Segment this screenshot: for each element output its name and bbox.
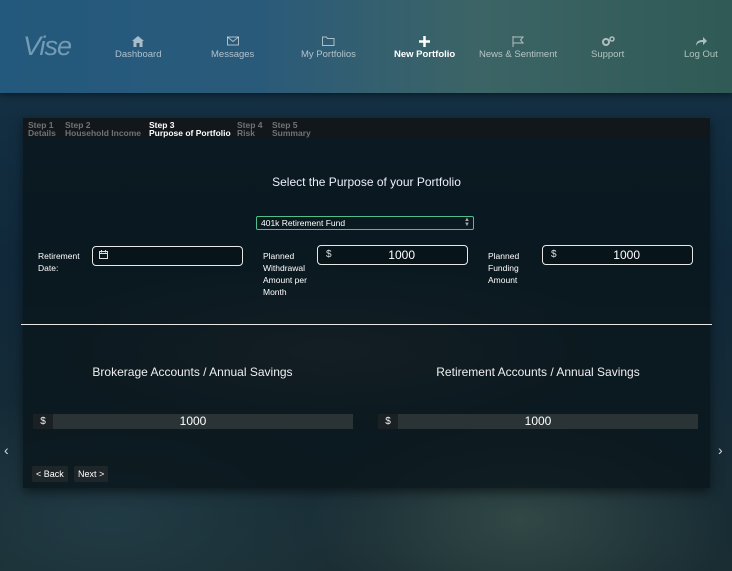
nav-log-out[interactable]: Log Out [684, 36, 718, 60]
step-3[interactable]: Step 3 Purpose of Portfolio [149, 121, 231, 138]
retirement-accounts-title: Retirement Accounts / Annual Savings [436, 365, 640, 379]
nav-dashboard[interactable]: Dashboard [115, 36, 161, 60]
home-icon [115, 36, 161, 48]
nav-news-sentiment[interactable]: News & Sentiment [479, 36, 557, 60]
nav-my-portfolios[interactable]: My Portfolios [301, 36, 356, 60]
nav-support-label: Support [591, 49, 625, 60]
step-3-label: Purpose of Portfolio [149, 128, 231, 138]
step-1-label: Details [28, 128, 56, 138]
step-2-label: Household Income [65, 128, 142, 138]
nav-my-portfolios-label: My Portfolios [301, 49, 356, 60]
step-2[interactable]: Step 2 Household Income [65, 121, 142, 138]
brokerage-title: Brokerage Accounts / Annual Savings [92, 365, 293, 379]
brokerage-savings-value: 1000 [179, 414, 207, 428]
funding-amount-input[interactable]: $ 1000 [542, 245, 693, 265]
purpose-select-value: 401k Retirement Fund [261, 218, 346, 228]
nav-new-portfolio[interactable]: New Portfolio [394, 36, 455, 60]
nav-support[interactable]: Support [591, 36, 624, 60]
nav-new-portfolio-label: New Portfolio [394, 49, 456, 60]
currency-symbol: $ [326, 249, 332, 260]
brand-logo[interactable]: Vise [23, 31, 72, 62]
portfolio-wizard-panel: Step 1 Details Step 2 Household Income S… [21, 118, 712, 488]
wizard-steps: Step 1 Details Step 2 Household Income S… [23, 118, 710, 138]
step-1[interactable]: Step 1 Details [28, 121, 56, 138]
step-4[interactable]: Step 4 Risk [237, 121, 263, 138]
retirement-savings-value: 1000 [524, 414, 552, 428]
currency-symbol: $ [551, 249, 557, 260]
nav-messages[interactable]: Messages [211, 36, 254, 60]
carousel-prev-icon[interactable]: ‹ [4, 442, 9, 458]
retirement-date-input[interactable] [92, 246, 243, 266]
carousel-next-icon[interactable]: › [718, 442, 723, 458]
section-heading: Select the Purpose of your Portfolio [272, 175, 461, 189]
gears-icon [591, 36, 624, 48]
top-navbar: Vise Dashboard Messages My Portfolios Ne… [0, 0, 732, 93]
step-4-label: Risk [237, 128, 255, 138]
retirement-date-label: Retirement Date: [38, 251, 80, 273]
updown-arrow-icon: ▲ ▼ [464, 217, 470, 228]
next-button[interactable]: Next > [74, 466, 109, 482]
withdrawal-label: Planned Withdrawal Amount per Month [263, 251, 307, 297]
step-5-label: Summary [272, 128, 311, 138]
calendar-icon [99, 250, 108, 262]
nav-dashboard-label: Dashboard [115, 49, 162, 60]
plus-icon [394, 36, 455, 48]
purpose-select[interactable]: 401k Retirement Fund ▲ ▼ [256, 216, 474, 230]
back-button[interactable]: < Back [32, 466, 68, 482]
section-divider [21, 324, 712, 325]
step-5[interactable]: Step 5 Summary [272, 121, 311, 138]
flag-icon [479, 36, 557, 48]
brokerage-savings-slider[interactable]: $ 1000 [33, 414, 353, 429]
withdrawal-amount-input[interactable]: $ 1000 [317, 245, 468, 265]
funding-label: Planned Funding Amount [488, 251, 520, 285]
retirement-savings-slider[interactable]: $ 1000 [378, 414, 698, 429]
nav-log-out-label: Log Out [684, 49, 718, 60]
share-icon [684, 36, 718, 48]
withdrawal-amount-value: 1000 [388, 248, 415, 262]
envelope-icon [211, 36, 254, 48]
folder-icon [301, 36, 356, 48]
nav-messages-label: Messages [211, 49, 255, 60]
funding-amount-value: 1000 [613, 248, 640, 262]
nav-news-sentiment-label: News & Sentiment [479, 49, 558, 60]
